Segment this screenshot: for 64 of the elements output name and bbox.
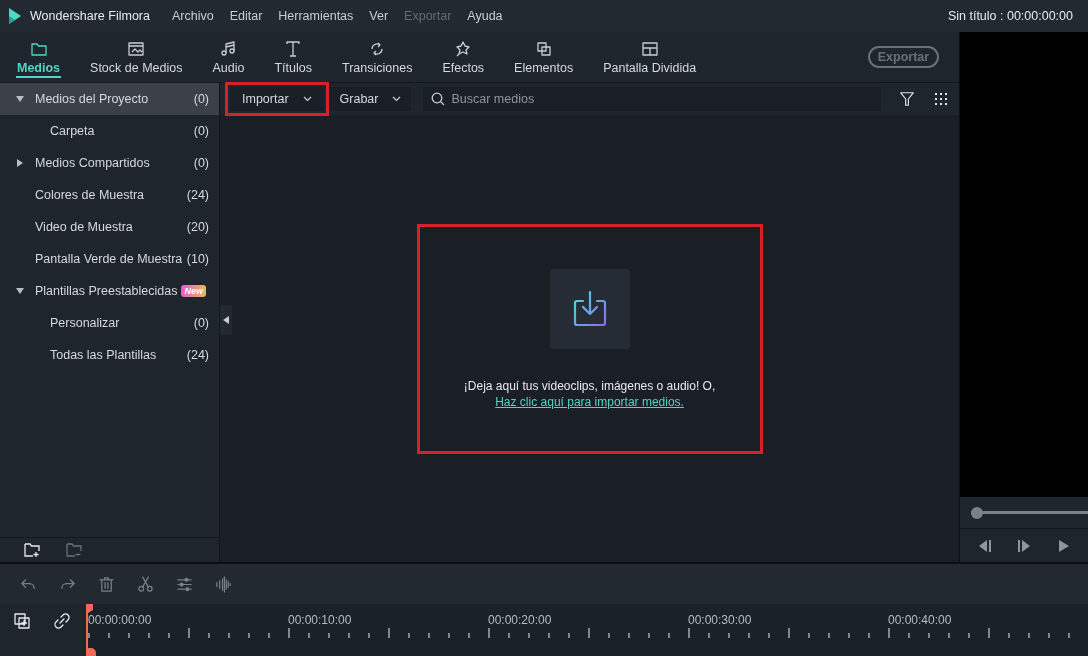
collapse-arrow-icon[interactable] bbox=[16, 287, 24, 295]
menu-item[interactable]: Herramientas bbox=[278, 9, 354, 23]
new-badge: New bbox=[181, 285, 206, 297]
import-tile[interactable] bbox=[549, 268, 630, 349]
slider-thumb[interactable] bbox=[971, 506, 984, 519]
tab[interactable]: Stock de Medios bbox=[83, 32, 190, 82]
project-title: Sin título : 00:00:00:00 bbox=[947, 9, 1073, 23]
overlapping-squares-icon[interactable] bbox=[534, 39, 553, 58]
sidebar-item[interactable]: Carpeta (0) bbox=[0, 115, 219, 147]
delete-icon[interactable] bbox=[98, 575, 115, 593]
import-link[interactable]: Haz clic aquí para importar medios. bbox=[495, 394, 684, 409]
timecode-label: 00:00:40:00 bbox=[888, 613, 953, 627]
music-note-icon[interactable] bbox=[219, 39, 238, 58]
tab[interactable]: Transiciones bbox=[335, 32, 420, 82]
timecode-label: 00:00:00:00 bbox=[88, 613, 153, 627]
timecode-label: 00:00:10:00 bbox=[288, 613, 353, 627]
tab[interactable]: Audio bbox=[205, 32, 252, 82]
sidebar-item[interactable]: Video de Muestra (20) bbox=[0, 211, 219, 243]
chevron-down-icon[interactable] bbox=[392, 96, 402, 102]
sidebar-item[interactable]: Pantalla Verde de Muestra (10) bbox=[0, 243, 219, 275]
sidebar-item[interactable]: Medios del Proyecto (0) bbox=[0, 83, 219, 115]
sidebar-item[interactable]: Medios Compartidos (0) bbox=[0, 147, 219, 179]
filter-icon[interactable] bbox=[899, 91, 916, 107]
menu-item[interactable]: Ver bbox=[369, 9, 389, 23]
app-title: Wondershare Filmora bbox=[30, 9, 150, 23]
record-dropdown[interactable]: Grabar bbox=[329, 87, 412, 111]
drop-message: ¡Deja aquí tus videoclips, imágenes o audio! O, bbox=[463, 378, 716, 393]
sidebar-item[interactable]: Personalizar (0) bbox=[0, 307, 219, 339]
tab[interactable]: Medios bbox=[10, 32, 68, 82]
chevron-down-icon[interactable] bbox=[302, 96, 312, 102]
grid-view-icon[interactable] bbox=[933, 91, 950, 107]
sidebar-item[interactable]: Colores de Muestra (24) bbox=[0, 179, 219, 211]
menu-item[interactable]: Editar bbox=[229, 9, 263, 23]
collapse-arrow-icon[interactable] bbox=[16, 95, 24, 103]
audio-wave-icon[interactable] bbox=[215, 575, 232, 593]
search-icon bbox=[431, 92, 446, 106]
drop-zone[interactable]: ¡Deja aquí tus videoclips, imágenes o audio! O, Haz clic aquí para importar medios. bbox=[416, 223, 763, 454]
adjust-icon[interactable] bbox=[176, 575, 193, 593]
menu-item[interactable]: Ayuda bbox=[467, 9, 503, 23]
tab[interactable]: Efectos bbox=[435, 32, 492, 82]
previous-frame-icon[interactable] bbox=[978, 539, 993, 552]
expand-arrow-icon[interactable] bbox=[16, 159, 24, 167]
new-folder-icon[interactable] bbox=[24, 542, 40, 558]
timecode-label: 00:00:30:00 bbox=[688, 613, 753, 627]
search-field[interactable]: Buscar medios bbox=[423, 87, 882, 111]
collapse-handle[interactable] bbox=[220, 305, 232, 335]
menu-item[interactable]: Archivo bbox=[171, 9, 214, 23]
add-track-icon[interactable] bbox=[13, 612, 31, 630]
link-icon[interactable] bbox=[53, 612, 71, 630]
tab[interactable]: Títulos bbox=[267, 32, 319, 82]
tab[interactable]: Pantalla Dividida bbox=[596, 32, 704, 82]
text-icon[interactable] bbox=[284, 39, 303, 58]
next-frame-icon[interactable] bbox=[1017, 539, 1032, 552]
scissors-icon[interactable] bbox=[137, 575, 154, 593]
sidebar-item[interactable]: Todas las Plantillas (24) bbox=[0, 339, 219, 371]
app-logo-icon bbox=[8, 7, 22, 25]
split-layout-icon[interactable] bbox=[640, 39, 659, 58]
picture-folder-icon[interactable] bbox=[127, 39, 146, 58]
remove-folder-icon[interactable] bbox=[66, 542, 82, 558]
collapse-arrow-icon[interactable] bbox=[223, 316, 229, 324]
import-icon bbox=[571, 289, 608, 328]
sidebar-item[interactable]: Plantillas Preestablecidas New bbox=[0, 275, 219, 307]
tab[interactable]: Elementos bbox=[507, 32, 581, 82]
timecode-label: 00:00:20:00 bbox=[488, 613, 553, 627]
